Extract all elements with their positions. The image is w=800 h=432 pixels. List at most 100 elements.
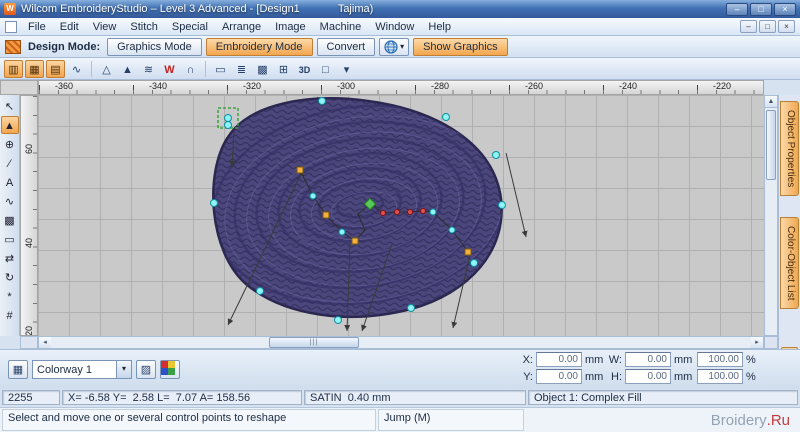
selected-object-info: Object 1: Complex Fill [528,390,798,405]
y-label: Y: [523,370,533,383]
width-field[interactable]: 0.00 [625,352,671,367]
minimize-button[interactable]: – [726,2,748,16]
contour-stitch-icon[interactable]: △ [97,60,116,78]
rectangle-tool-icon[interactable]: ▭ [211,60,230,78]
colorway-transform-band: ▦ Colorway 1 ▾ ▨ X: 0.00 mm W: 0.00 mm 1… [0,349,800,389]
mirror-tool[interactable]: ⇄ [1,249,19,267]
fill-stitch-tool[interactable]: ▩ [1,211,19,229]
transform-row-y: Y: 0.00 mm H: 0.00 mm 100.00 % [519,369,766,384]
height-field[interactable]: 0.00 [625,369,671,384]
menu-machine[interactable]: Machine [313,20,369,34]
tab-object-properties[interactable]: Object Properties [780,101,799,197]
scroll-right-icon[interactable]: ▸ [751,337,763,348]
more-tools-dropdown-icon[interactable]: ▾ [337,60,356,78]
watermark: Broidery .Ru [526,409,798,431]
ruler-label: -340 [148,81,168,91]
mdi-close-button[interactable]: × [778,20,795,33]
scale-y-field[interactable]: 100.00 [697,369,743,384]
run-stitch-tool[interactable]: ∿ [1,192,19,210]
ruler-label: 20 [24,326,34,336]
mixing-palette-icon[interactable] [160,360,180,379]
mdi-minimize-button[interactable]: – [740,20,757,33]
pattern-fill-icon[interactable]: ▩ [253,60,272,78]
y-unit-label: mm [585,370,604,383]
scroll-up-icon[interactable]: ▲ [765,96,777,108]
curve-stitch-icon[interactable]: ∩ [181,60,200,78]
menu-image[interactable]: Image [268,20,313,34]
x-position-field[interactable]: 0.00 [536,352,582,367]
menu-special[interactable]: Special [165,20,215,34]
hint-bar: Select and move one or several control p… [0,407,800,432]
embroidery-mode-button[interactable]: Embroidery Mode [205,37,313,56]
rotate-tool[interactable]: ↻ [1,268,19,286]
graphics-mode-button[interactable]: Graphics Mode [107,37,202,56]
globe-dropdown-button[interactable]: ▾ [379,37,410,56]
horizontal-scrollbar[interactable]: ◂ ||| ▸ [38,336,764,349]
chevron-down-icon[interactable]: ▾ [116,361,131,378]
tab-color-object-list[interactable]: Color-Object List [780,217,799,310]
grid-view-icon[interactable]: ⊞ [274,60,293,78]
star-shape-tool[interactable]: * [1,287,19,305]
edit-colorway-icon[interactable]: ▨ [136,360,156,379]
scroll-left-icon[interactable]: ◂ [39,337,51,348]
scale-x-field[interactable]: 100.00 [697,352,743,367]
menu-stitch[interactable]: Stitch [123,20,165,34]
menu-window[interactable]: Window [368,20,421,34]
ruler-label: 60 [24,144,34,155]
close-button[interactable]: × [774,2,796,16]
tatami-fill-icon[interactable]: ▦ [25,59,44,78]
convert-button[interactable]: Convert [316,37,376,56]
w-label: W: [608,353,622,366]
view-3d-icon[interactable]: 3D [295,60,314,78]
design-mode-label: Design Mode: [28,40,101,53]
mdi-restore-button[interactable]: □ [759,20,776,33]
ruler-label: -300 [336,81,356,91]
menu-help[interactable]: Help [421,20,458,34]
vertical-scrollbar[interactable]: ▲ [764,95,778,336]
scroll-corner [764,336,778,349]
reshape-tool[interactable]: ▲ [0,116,19,134]
motif-run-icon[interactable]: ∿ [67,60,86,78]
scroll-corner [20,336,38,349]
menu-file[interactable]: File [21,20,53,34]
ruler-label: -280 [430,81,450,91]
zoom-tool[interactable]: ⊕ [1,135,19,153]
pencil-tool[interactable]: ∕ [1,154,19,172]
select-box-icon[interactable]: □ [316,60,335,78]
globe-icon [384,39,398,54]
scale-y-percent-label: % [746,370,756,383]
mode-toolbar: Design Mode: Graphics Mode Embroidery Mo… [0,36,800,58]
colorway-select[interactable]: Colorway 1 ▾ [32,360,132,379]
ruler-label: -360 [54,81,74,91]
y-position-field[interactable]: 0.00 [536,369,582,384]
grid-tool[interactable]: # [1,306,19,324]
design-canvas[interactable] [38,95,764,336]
prompt-message: Select and move one or several control p… [2,409,376,431]
show-graphics-button[interactable]: Show Graphics [413,37,508,56]
maximize-button[interactable]: □ [750,2,772,16]
wave-fill-icon[interactable]: ≋ [139,60,158,78]
layout-icon[interactable]: ≣ [232,60,251,78]
thread-colors-icon[interactable]: ▦ [8,360,28,379]
ruler-label: -260 [524,81,544,91]
window-title: Wilcom EmbroideryStudio – Level 3 Advanc… [21,3,300,15]
pointer-position: X= -6.58 Y= 2.58 L= 7.07 A= 158.56 [62,390,302,405]
lettering-icon[interactable]: W [160,60,179,78]
ruler-label: 40 [24,238,34,249]
menu-arrange[interactable]: Arrange [215,20,268,34]
toolbar-separator [91,60,92,77]
vscroll-thumb[interactable] [766,110,776,180]
menu-view[interactable]: View [86,20,124,34]
satin-fill-icon[interactable]: ▤ [46,59,65,78]
transform-panel: X: 0.00 mm W: 0.00 mm 100.00 % Y: 0.00 m… [519,352,766,384]
run-stitch-icon[interactable]: ▥ [4,59,23,78]
select-tool[interactable]: ↖ [1,97,19,115]
menu-edit[interactable]: Edit [53,20,86,34]
fusion-fill-icon[interactable]: ▲ [118,60,137,78]
outline-tool[interactable]: ▭ [1,230,19,248]
hscroll-thumb[interactable]: ||| [269,337,359,348]
scale-x-percent-label: % [746,353,756,366]
current-stitch-type: SATIN 0.40 mm [304,390,526,405]
globe-caret-icon: ▾ [400,42,405,51]
lettering-tool[interactable]: A [1,173,19,191]
